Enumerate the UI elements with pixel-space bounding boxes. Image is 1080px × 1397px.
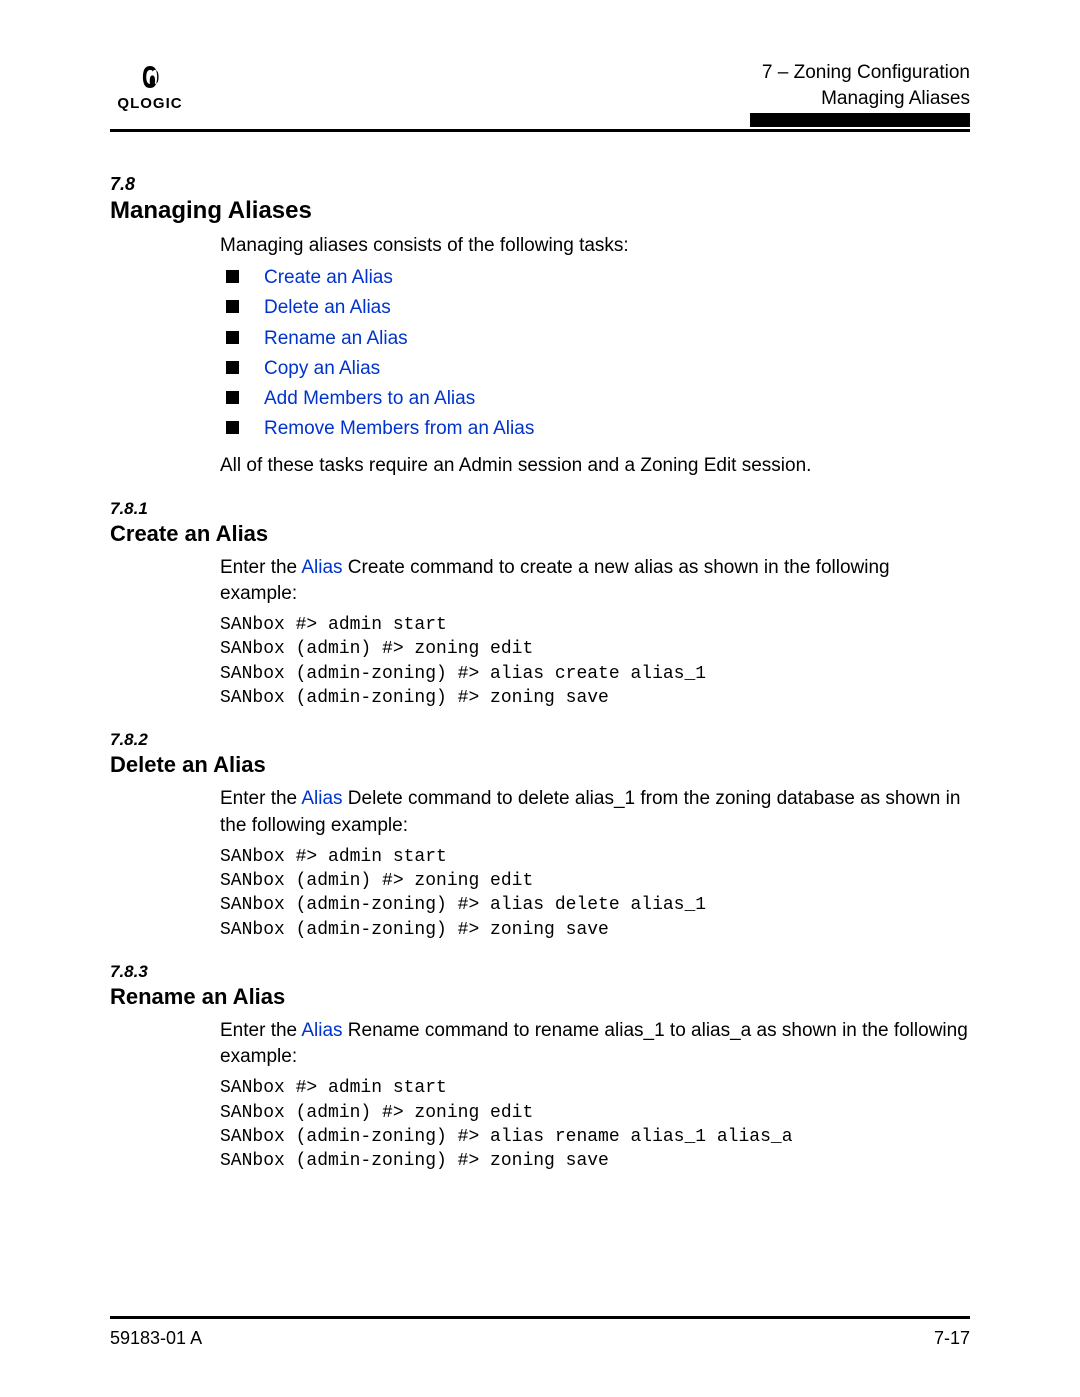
section-heading-rename-alias: Rename an Alias xyxy=(110,984,970,1010)
list-item: Remove Members from an Alias xyxy=(220,416,970,442)
create-alias-paragraph: Enter the Alias Create command to create… xyxy=(220,555,970,607)
task-list: Create an Alias Delete an Alias Rename a… xyxy=(220,265,970,442)
link-create-alias[interactable]: Create an Alias xyxy=(264,267,393,288)
header-black-bar xyxy=(750,113,970,127)
code-block-create-alias: SANbox #> admin start SANbox (admin) #> … xyxy=(220,613,970,710)
link-remove-members-alias[interactable]: Remove Members from an Alias xyxy=(264,418,534,439)
footer-doc-id: 59183-01 A xyxy=(110,1328,202,1349)
list-item: Create an Alias xyxy=(220,265,970,291)
footer-page-number: 7-17 xyxy=(934,1328,970,1349)
para-text: Enter the xyxy=(220,788,301,809)
closing-paragraph: All of these tasks require an Admin sess… xyxy=(220,453,970,479)
rename-alias-paragraph: Enter the Alias Rename command to rename… xyxy=(220,1018,970,1070)
intro-paragraph: Managing aliases consists of the followi… xyxy=(220,233,970,259)
qlogic-logo: QLOGIC xyxy=(110,64,190,117)
code-block-delete-alias: SANbox #> admin start SANbox (admin) #> … xyxy=(220,845,970,942)
section-number-7-8-1: 7.8.1 xyxy=(110,499,970,519)
list-item: Rename an Alias xyxy=(220,326,970,352)
section-heading-managing-aliases: Managing Aliases xyxy=(110,197,970,225)
link-copy-alias[interactable]: Copy an Alias xyxy=(264,358,380,379)
svg-text:QLOGIC: QLOGIC xyxy=(117,95,182,112)
para-text: Enter the xyxy=(220,1020,301,1041)
footer-rule xyxy=(110,1316,970,1319)
link-add-members-alias[interactable]: Add Members to an Alias xyxy=(264,388,475,409)
link-alias-command[interactable]: Alias xyxy=(301,1020,342,1041)
section-number-7-8: 7.8 xyxy=(110,174,970,195)
section-heading-create-alias: Create an Alias xyxy=(110,521,970,547)
header-chapter: 7 – Zoning Configuration xyxy=(190,60,970,86)
link-alias-command[interactable]: Alias xyxy=(301,557,342,578)
list-item: Delete an Alias xyxy=(220,295,970,321)
section-number-7-8-3: 7.8.3 xyxy=(110,962,970,982)
header-rule xyxy=(110,129,970,132)
list-item: Add Members to an Alias xyxy=(220,386,970,412)
code-block-rename-alias: SANbox #> admin start SANbox (admin) #> … xyxy=(220,1076,970,1173)
link-delete-alias[interactable]: Delete an Alias xyxy=(264,297,391,318)
link-alias-command[interactable]: Alias xyxy=(301,788,342,809)
section-heading-delete-alias: Delete an Alias xyxy=(110,752,970,778)
list-item: Copy an Alias xyxy=(220,356,970,382)
link-rename-alias[interactable]: Rename an Alias xyxy=(264,328,408,349)
section-number-7-8-2: 7.8.2 xyxy=(110,730,970,750)
header-section: Managing Aliases xyxy=(190,86,970,112)
delete-alias-paragraph: Enter the Alias Delete command to delete… xyxy=(220,786,970,838)
para-text: Enter the xyxy=(220,557,301,578)
